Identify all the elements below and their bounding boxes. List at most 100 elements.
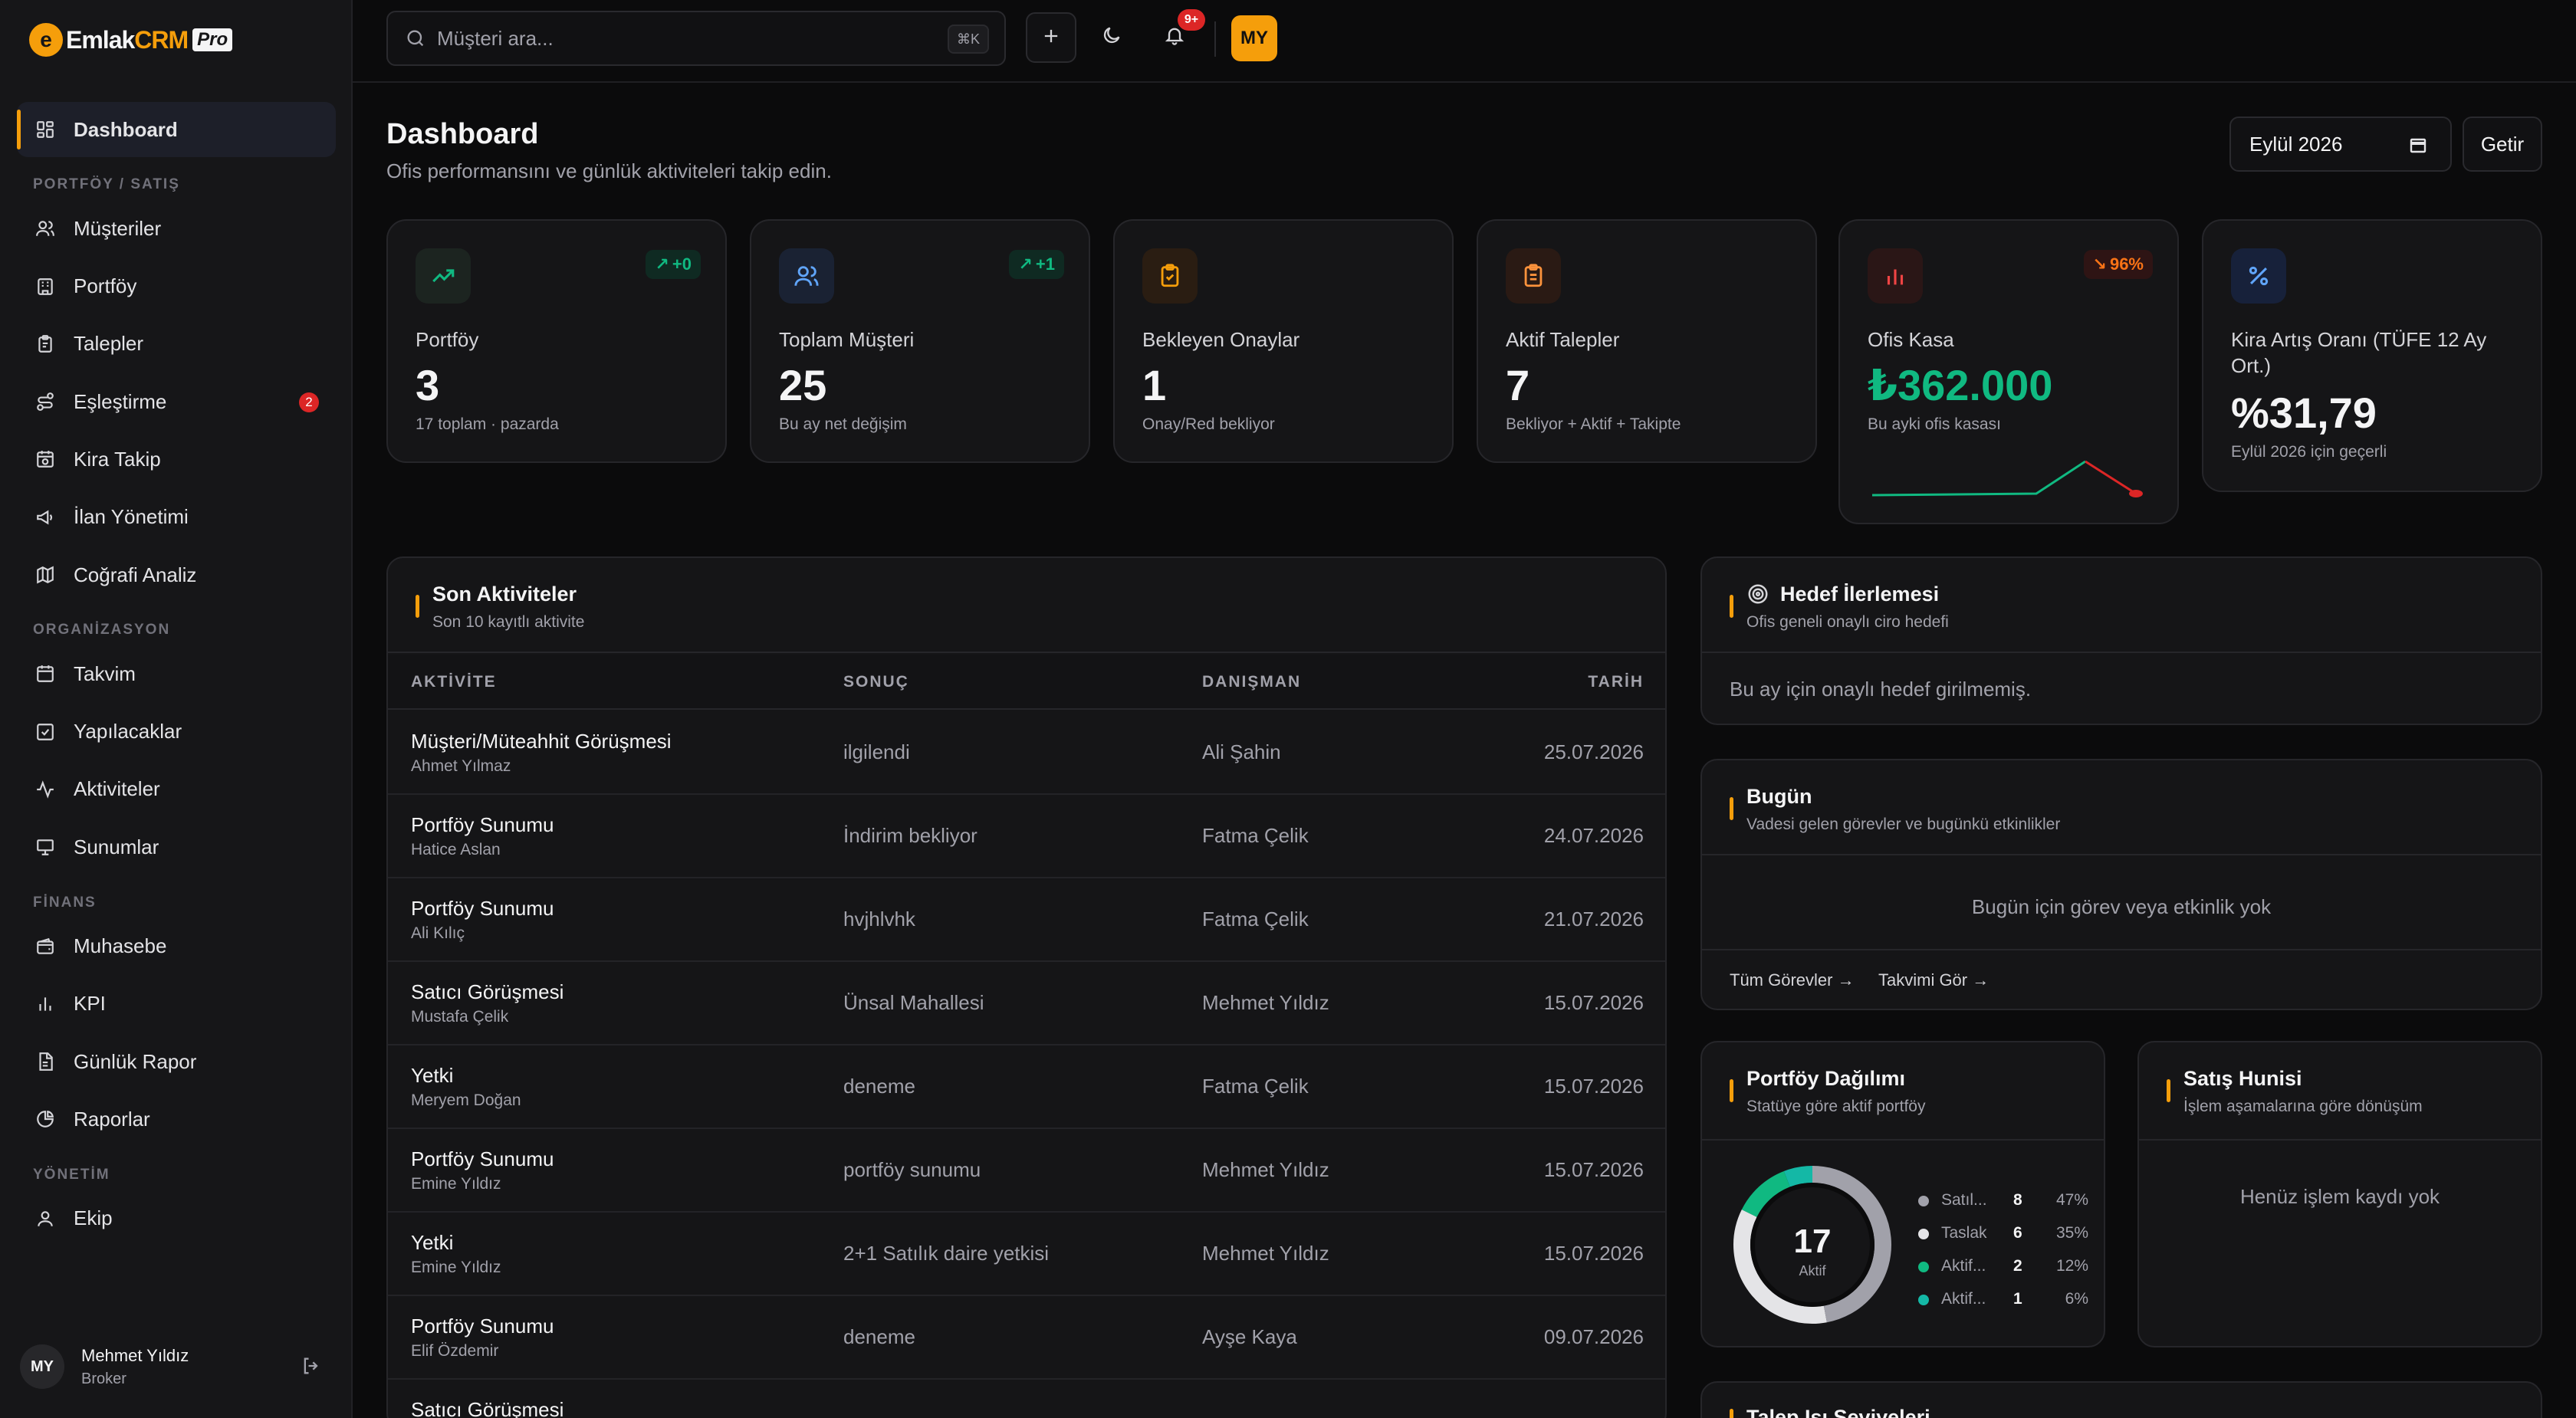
panel-title: Satış Hunisi — [2183, 1067, 2302, 1090]
arrow-up-right-icon: ↗ — [655, 254, 669, 274]
stat-note: 17 toplam · pazarda — [416, 415, 559, 433]
logout-icon[interactable] — [301, 1355, 322, 1377]
legend-value: 6 — [2013, 1224, 2022, 1242]
result-cell: deneme — [843, 1325, 915, 1348]
brand-logo[interactable]: e EmlakCRM Pro — [29, 20, 233, 60]
table-row[interactable]: Portföy Sunumu Elif Özdemir deneme Ayşe Kay… — [388, 1296, 1665, 1380]
calendar-icon[interactable] — [2409, 135, 2427, 155]
legend-item[interactable]: Taslak 6 35% — [1918, 1221, 2102, 1244]
sidebar-item-calendar[interactable]: Takvim — [17, 646, 336, 701]
dashboard-icon — [35, 120, 55, 140]
advisor-cell: Fatma Çelik — [1202, 824, 1309, 847]
table-row[interactable]: Satıcı Görüşmesi — [388, 1380, 1665, 1418]
sidebar-item-team[interactable]: Ekip — [17, 1191, 336, 1246]
fetch-button[interactable]: Getir — [2463, 117, 2542, 172]
sidebar-item-daily-report[interactable]: Günlük Rapor — [17, 1034, 336, 1089]
arrow-up-right-icon: ↗ — [1018, 254, 1033, 274]
legend-item[interactable]: Aktif... 2 12% — [1918, 1254, 2102, 1277]
sidebar-item-label: Muhasebe — [74, 934, 167, 958]
sidebar-nav: Dashboard PORTFÖY / SATIŞ Müşteriler Por… — [17, 102, 336, 1249]
sidebar-item-presentations[interactable]: Sunumlar — [17, 819, 336, 875]
column-advisor[interactable]: DANIŞMAN — [1202, 673, 1301, 691]
sidebar-item-customers[interactable]: Müşteriler — [17, 201, 336, 256]
user-name: Mehmet Yıldız — [81, 1345, 189, 1365]
sidebar-item-label: Sunumlar — [74, 835, 159, 858]
search-input[interactable] — [437, 26, 928, 51]
user-avatar-button[interactable]: MY — [1231, 15, 1277, 61]
stat-label: Toplam Müşteri — [779, 328, 915, 351]
sidebar-item-dashboard[interactable]: Dashboard — [17, 102, 336, 157]
stat-card-office-cash[interactable]: ↘ 96% Ofis Kasa ₺362.000 Bu ayki ofis kas… — [1838, 219, 2179, 524]
sidebar-item-rent-tracking[interactable]: Kira Takip — [17, 432, 336, 487]
all-tasks-link[interactable]: Tüm Görevler → — [1730, 970, 1855, 990]
sidebar-item-todos[interactable]: Yapılacaklar — [17, 704, 336, 760]
arrow-down-right-icon: ↘ — [2092, 254, 2107, 274]
plus-icon — [1040, 25, 1062, 51]
table-row[interactable]: Portföy Sunumu Emine Yıldız portföy sunumu… — [388, 1129, 1665, 1213]
date-cell: 15.07.2026 — [1543, 1242, 1644, 1265]
view-calendar-link[interactable]: Takvimi Gör → — [1878, 970, 1989, 990]
column-activity[interactable]: AKTİVİTE — [411, 673, 497, 691]
table-row[interactable]: Satıcı Görüşmesi Mustafa Çelik Ünsal Mahal… — [388, 962, 1665, 1045]
table-row[interactable]: Portföy Sunumu Hatice Aslan İndirim bekliy… — [388, 795, 1665, 878]
trending-up-icon — [416, 248, 471, 304]
sidebar-item-requests[interactable]: Talepler — [17, 317, 336, 372]
sidebar-item-geo-analysis[interactable]: Coğrafi Analiz — [17, 547, 336, 602]
sidebar-item-label: İlan Yönetimi — [74, 505, 189, 529]
goal-progress-panel: Hedef İlerlemesi Ofis geneli onaylı ciro… — [1700, 556, 2542, 725]
add-button[interactable] — [1026, 12, 1076, 63]
user-icon — [35, 1209, 55, 1229]
table-row[interactable]: Yetki Meryem Doğan deneme Fatma Çelik 15.07.… — [388, 1045, 1665, 1129]
legend-percent: 12% — [2055, 1257, 2088, 1275]
brand-pro-badge: Pro — [192, 28, 233, 51]
advisor-cell: Fatma Çelik — [1202, 908, 1309, 931]
sidebar-item-matching[interactable]: Eşleştirme 2 — [17, 374, 336, 429]
search-box[interactable]: ⌘K — [386, 11, 1006, 66]
sidebar-item-label: Dashboard — [74, 117, 178, 141]
theme-toggle-button[interactable] — [1095, 20, 1129, 54]
sidebar-item-reports[interactable]: Raporlar — [17, 1091, 336, 1147]
section-organization: ORGANİZASYON — [33, 622, 171, 638]
office-cash-sparkline — [1871, 460, 2143, 497]
person-cell: Mustafa Çelik — [411, 1008, 509, 1026]
table-row[interactable]: Portföy Sunumu Ali Kılıç hvjhlvhk Fatma Çel… — [388, 878, 1665, 962]
stat-card-rent-increase[interactable]: Kira Artış Oranı (TÜFE 12 Ay Ort.) %31,7… — [2202, 219, 2542, 492]
legend-label: Taslak — [1941, 1224, 1987, 1242]
column-date[interactable]: TARİH — [1588, 673, 1644, 691]
current-user[interactable]: MY Mehmet Yıldız Broker — [17, 1334, 336, 1400]
month-picker[interactable]: Eylül 2026 — [2229, 117, 2452, 172]
sidebar-item-listings[interactable]: İlan Yönetimi — [17, 490, 336, 545]
panel-title: Portföy Dağılımı — [1746, 1067, 1906, 1090]
donut-slice-4[interactable] — [1783, 1166, 1813, 1187]
legend-item[interactable]: Aktif... 1 6% — [1918, 1287, 2102, 1310]
notifications-button[interactable]: 9+ — [1158, 9, 1205, 54]
sidebar-item-label: Günlük Rapor — [74, 1049, 197, 1073]
stat-card-portfolio[interactable]: ↗ +0 Portföy 3 17 toplam · pazarda — [386, 219, 727, 463]
sidebar-item-kpi[interactable]: KPI — [17, 977, 336, 1032]
person-cell: Ali Kılıç — [411, 924, 465, 942]
stat-note: Bu ay net değişim — [779, 415, 907, 433]
panel-subtitle: Vadesi gelen görevler ve bugünkü etkinli… — [1746, 816, 2061, 833]
sidebar-item-accounting[interactable]: Muhasebe — [17, 919, 336, 974]
page-title: Dashboard — [386, 118, 539, 150]
stat-card-active-requests[interactable]: Aktif Talepler 7 Bekliyor + Aktif + Taki… — [1477, 219, 1817, 463]
sidebar-item-label: Müşteriler — [74, 216, 162, 240]
date-cell: 24.07.2026 — [1543, 824, 1644, 847]
sidebar-item-portfolio[interactable]: Portföy — [17, 259, 336, 314]
delta-badge: ↗ +1 — [1009, 250, 1064, 279]
target-icon — [1746, 583, 1769, 606]
column-result[interactable]: SONUÇ — [843, 673, 909, 691]
stat-note: Onay/Red bekliyor — [1142, 415, 1275, 433]
activity-cell: Portföy Sunumu — [411, 1147, 554, 1170]
sidebar-item-activities[interactable]: Aktiviteler — [17, 762, 336, 817]
table-row[interactable]: Müşteri/Müteahhit Görüşmesi Ahmet Yılmaz i… — [388, 711, 1665, 795]
date-cell: 15.07.2026 — [1543, 991, 1644, 1014]
stat-card-pending-approvals[interactable]: Bekleyen Onaylar 1 Onay/Red bekliyor — [1113, 219, 1454, 463]
stat-note: Bu ayki ofis kasası — [1868, 415, 2001, 433]
table-row[interactable]: Yetki Emine Yıldız 2+1 Satılık daire yetki… — [388, 1213, 1665, 1296]
person-cell: Elif Özdemir — [411, 1342, 499, 1360]
stat-value: 7 — [1506, 361, 1530, 409]
legend-item[interactable]: Satıl... 8 47% — [1918, 1188, 2102, 1211]
stat-card-customers[interactable]: ↗ +1 Toplam Müşteri 25 Bu ay net değişim — [750, 219, 1090, 463]
today-empty-message: Bugün için görev veya etkinlik yok — [1971, 895, 2272, 918]
